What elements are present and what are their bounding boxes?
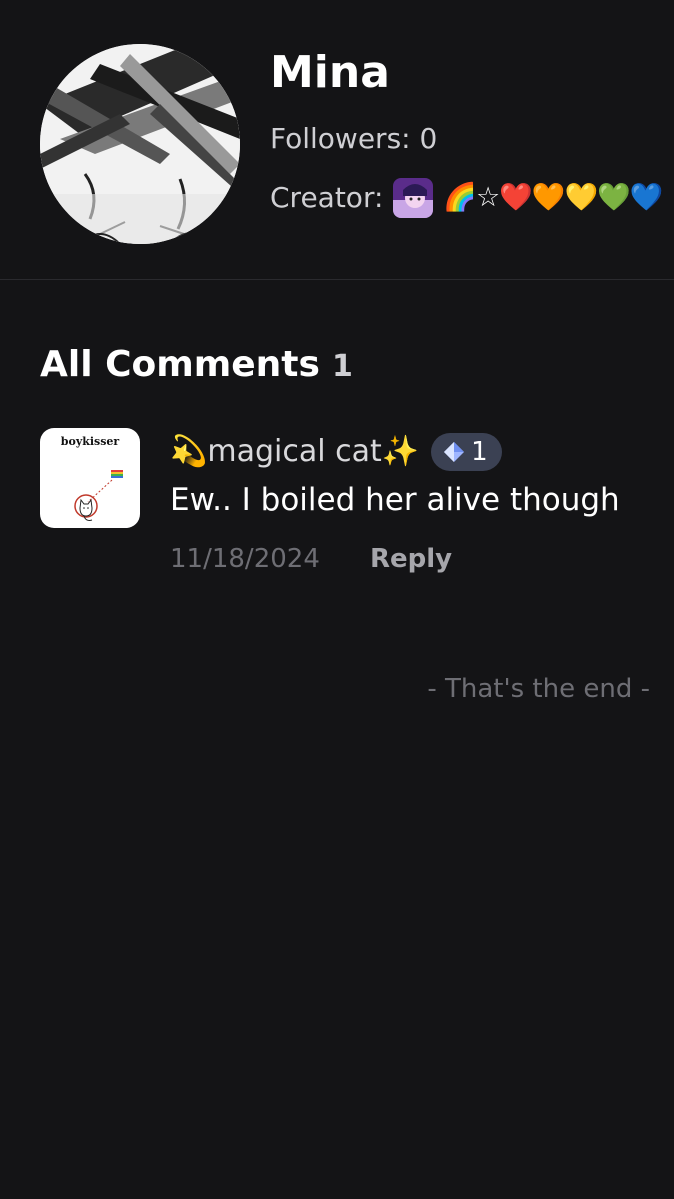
creator-avatar[interactable] bbox=[393, 178, 434, 218]
creator-label: Creator: bbox=[270, 181, 384, 214]
gem-count: 1 bbox=[471, 437, 488, 467]
reply-button[interactable]: Reply bbox=[370, 540, 452, 578]
comment-username[interactable]: 💫magical cat✨ bbox=[170, 430, 419, 474]
comment-author-row: 💫magical cat✨ 1 bbox=[170, 428, 502, 476]
creator-avatar-image bbox=[393, 178, 434, 218]
diamond-icon bbox=[444, 442, 465, 462]
creator-emoji-list: 🌈☆❤️🧡💛💚💙 bbox=[443, 182, 663, 213]
comment-date: 11/18/2024 bbox=[170, 544, 320, 574]
cat-drawing-image bbox=[74, 470, 123, 521]
creator-row: Creator: 🌈☆❤️🧡💛💚💙 bbox=[270, 176, 674, 220]
profile-header: Mina Followers: 0 Creator: 🌈☆❤️🧡💛💚💙 bbox=[0, 0, 674, 280]
manga-avatar-image bbox=[40, 44, 240, 244]
followers-count[interactable]: Followers: 0 bbox=[270, 120, 437, 158]
profile-avatar[interactable] bbox=[40, 44, 240, 244]
gem-badge: 1 bbox=[431, 433, 502, 471]
comment-text: Ew.. I boiled her alive though bbox=[170, 482, 620, 518]
comments-count: 1 bbox=[331, 349, 353, 384]
comment-item: boykisser 💫magical cat✨ 1 Ew.. I boiled … bbox=[0, 420, 674, 590]
profile-name: Mina bbox=[270, 47, 390, 98]
end-of-list-text: - That's the end - bbox=[427, 674, 650, 704]
comments-title: All Comments bbox=[40, 344, 320, 385]
comments-header: All Comments 1 bbox=[40, 340, 353, 390]
commenter-avatar[interactable]: boykisser bbox=[40, 428, 140, 528]
